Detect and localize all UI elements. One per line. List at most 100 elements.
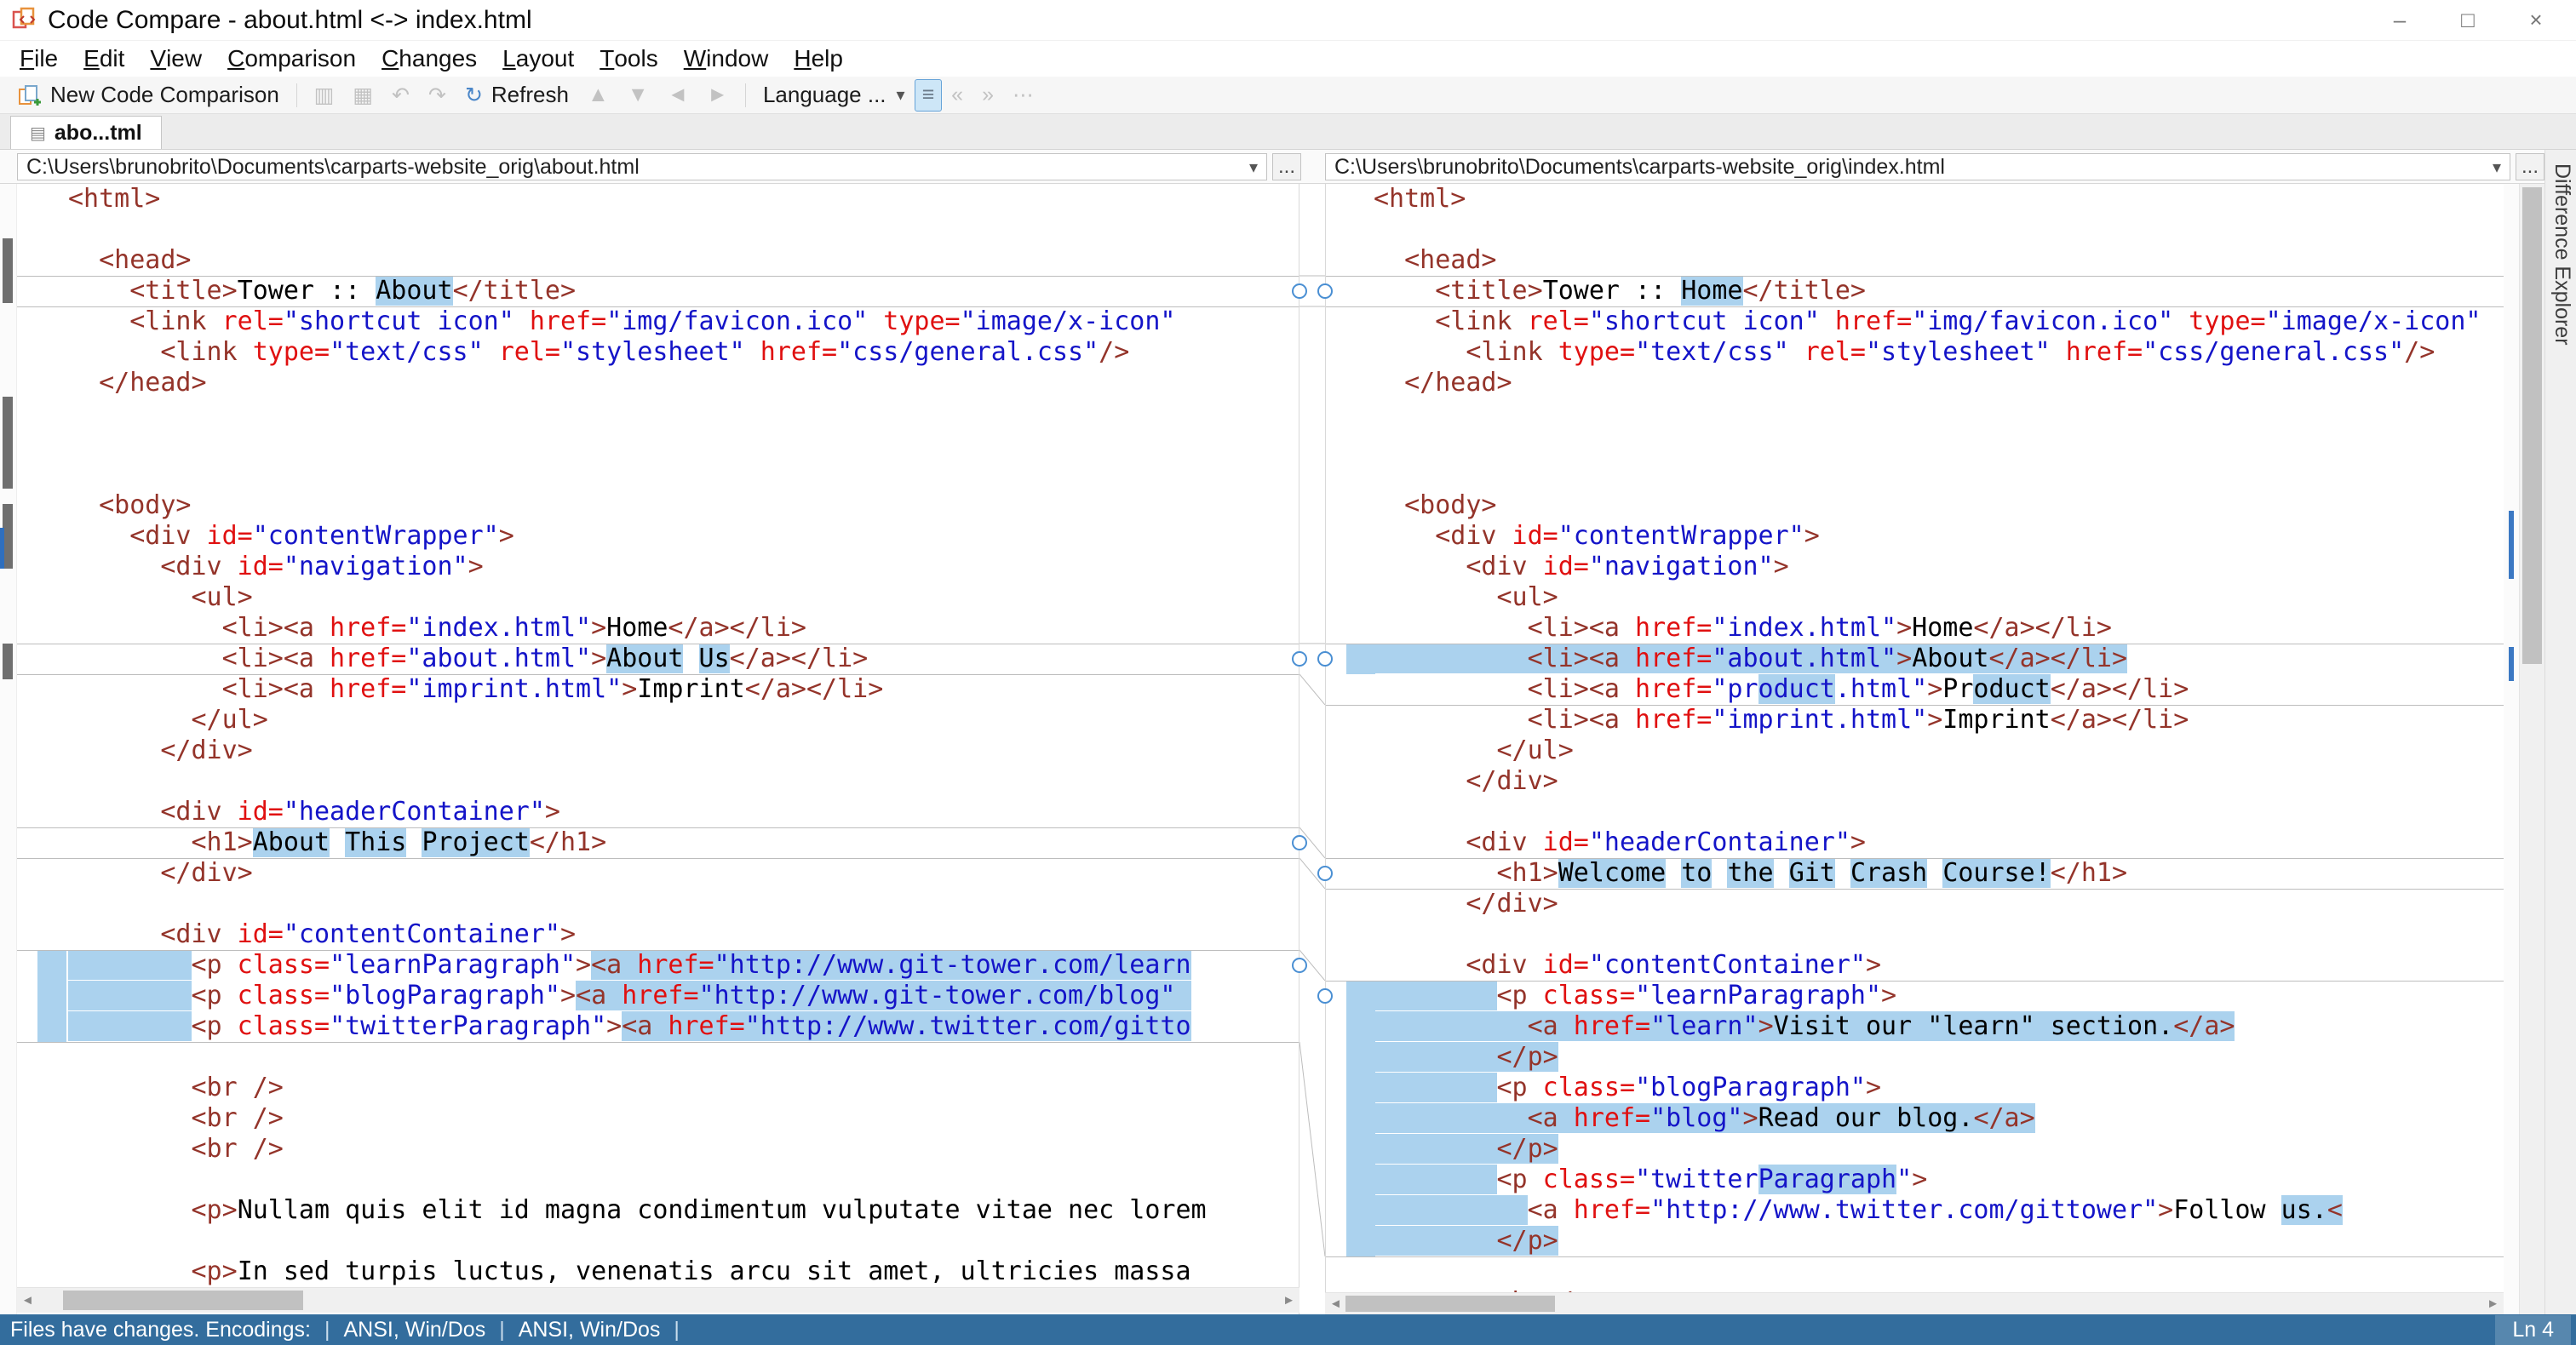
left-horizontal-scrollbar[interactable]: ◄ ► [17, 1287, 1299, 1313]
menu-item-help[interactable]: Help [781, 41, 856, 77]
code-line[interactable]: </head> [17, 368, 1299, 398]
merge-to-right-button[interactable] [1292, 283, 1307, 299]
tab-about-html[interactable]: ▤ abo...tml [10, 116, 162, 149]
vertical-scrollbar-thumb[interactable] [2522, 187, 2542, 664]
left-overview-gutter[interactable] [0, 184, 17, 1314]
merge-to-left-button[interactable] [1317, 651, 1333, 667]
structure-compare-toggle[interactable]: ≡ [914, 78, 943, 112]
new-code-comparison-button[interactable]: New Code Comparison [9, 79, 289, 112]
code-line[interactable]: <p class="blogParagraph"> [1326, 1073, 2504, 1103]
code-line[interactable]: <html> [1326, 184, 2504, 215]
code-line[interactable]: <br /> [17, 1073, 1299, 1103]
right-overview-gutter[interactable] [2504, 184, 2519, 1314]
code-line[interactable]: <link rel="shortcut icon" href="img/favi… [17, 306, 1299, 337]
code-line[interactable]: </div> [17, 735, 1299, 766]
menu-item-window[interactable]: Window [671, 41, 782, 77]
merge-to-left-button[interactable] [1317, 988, 1333, 1004]
menu-item-tools[interactable]: Tools [587, 41, 670, 77]
merge-to-left-button[interactable] [1317, 283, 1333, 299]
merge-to-right-button[interactable] [1292, 835, 1307, 850]
code-line[interactable] [1326, 429, 2504, 460]
code-line[interactable]: <div id="contentWrapper"> [1326, 521, 2504, 552]
code-line[interactable]: <a href="blog">Read our blog.</a> [1326, 1103, 2504, 1134]
code-line[interactable]: <li><a href="imprint.html">Imprint</a></… [1326, 705, 2504, 735]
code-line[interactable]: <p class="blogParagraph"><a href="http:/… [17, 981, 1299, 1011]
code-line[interactable] [17, 429, 1299, 460]
code-line[interactable]: </div> [17, 858, 1299, 889]
code-line[interactable] [17, 889, 1299, 919]
left-horizontal-scrollbar-thumb[interactable] [63, 1291, 303, 1310]
code-line[interactable]: <li><a href="product.html">Product</a></… [1326, 674, 2504, 705]
code-line[interactable]: <a href="http://www.twitter.com/gittower… [1326, 1195, 2504, 1226]
code-line[interactable]: </p> [1326, 1226, 2504, 1256]
code-line[interactable] [1326, 797, 2504, 827]
code-line[interactable] [17, 1042, 1299, 1073]
current-change-mark[interactable] [0, 528, 4, 569]
maximize-button[interactable]: □ [2453, 7, 2482, 33]
menu-item-layout[interactable]: Layout [490, 41, 587, 77]
difference-explorer-tab[interactable]: Difference Explorer [2544, 150, 2576, 1314]
code-line[interactable]: <link rel="shortcut icon" href="img/favi… [1326, 306, 2504, 337]
code-line[interactable]: <ul> [1326, 582, 2504, 613]
change-mark[interactable] [2509, 647, 2514, 681]
change-mark[interactable] [3, 644, 13, 679]
code-line[interactable]: <li><a href="index.html">Home</a></li> [1326, 613, 2504, 644]
code-line[interactable]: <head> [17, 245, 1299, 276]
code-line[interactable] [17, 460, 1299, 490]
code-line[interactable]: <p>In sed turpis luctus, venenatis arcu … [17, 1256, 1299, 1287]
change-mark[interactable] [3, 238, 13, 303]
code-line[interactable]: <p class="twitterParagraph"> [1326, 1165, 2504, 1195]
code-line[interactable]: <div id="navigation"> [1326, 552, 2504, 582]
code-line[interactable]: <link type="text/css" rel="stylesheet" h… [1326, 337, 2504, 368]
right-horizontal-scrollbar-thumb[interactable] [1345, 1296, 1555, 1312]
language-dropdown[interactable]: Language ... ▾ [754, 79, 915, 112]
code-line[interactable]: <p>Nullam quis elit id magna condimentum… [17, 1195, 1299, 1226]
menu-item-file[interactable]: File [7, 41, 71, 77]
code-line[interactable]: <br /> [17, 1103, 1299, 1134]
code-line[interactable] [1326, 919, 2504, 950]
left-browse-button[interactable]: ... [1272, 153, 1301, 180]
menu-item-comparison[interactable]: Comparison [215, 41, 369, 77]
code-line[interactable]: </p> [1326, 1042, 2504, 1073]
change-mark[interactable] [2509, 511, 2514, 579]
scroll-right-arrow-icon[interactable]: ► [2482, 1293, 2504, 1314]
left-file-path-combobox[interactable]: C:\Users\brunobrito\Documents\carparts-w… [17, 153, 1267, 180]
code-line[interactable]: </ul> [1326, 735, 2504, 766]
right-file-path-combobox[interactable]: C:\Users\brunobrito\Documents\carparts-w… [1325, 153, 2510, 180]
code-line[interactable]: <body> [1326, 490, 2504, 521]
code-line[interactable]: </div> [1326, 766, 2504, 797]
code-line[interactable]: <html> [17, 184, 1299, 215]
change-mark[interactable] [3, 397, 13, 489]
code-line[interactable] [17, 398, 1299, 429]
chevron-down-icon[interactable]: ▾ [1241, 157, 1258, 178]
right-horizontal-scrollbar[interactable]: ◄ ► [1325, 1292, 2504, 1314]
code-line[interactable]: <h1>About This Project</h1> [17, 827, 1299, 858]
minimize-button[interactable]: – [2385, 7, 2414, 33]
code-line[interactable] [1326, 215, 2504, 245]
code-line[interactable]: </p> [1326, 1134, 2504, 1165]
menu-item-view[interactable]: View [137, 41, 215, 77]
code-line[interactable]: <head> [1326, 245, 2504, 276]
code-line[interactable]: <h1>Welcome to the Git Crash Course!</h1… [1326, 858, 2504, 889]
close-button[interactable]: × [2521, 7, 2550, 33]
chevron-down-icon[interactable]: ▾ [2484, 157, 2501, 178]
code-line[interactable] [1326, 398, 2504, 429]
code-line[interactable] [17, 215, 1299, 245]
merge-to-right-button[interactable] [1292, 958, 1307, 973]
code-line[interactable]: <a href="learn">Visit our "learn" sectio… [1326, 1011, 2504, 1042]
code-line[interactable]: <li><a href="about.html">About</a></li> [1326, 644, 2504, 674]
merge-to-right-button[interactable] [1292, 651, 1307, 667]
code-line[interactable]: <div id="contentWrapper"> [17, 521, 1299, 552]
code-line[interactable]: </div> [1326, 889, 2504, 919]
scroll-left-arrow-icon[interactable]: ◄ [17, 1288, 38, 1313]
code-line[interactable]: <body> [17, 490, 1299, 521]
merge-to-left-button[interactable] [1317, 866, 1333, 881]
code-line[interactable]: <title>Tower :: Home</title> [1326, 276, 2504, 306]
code-line[interactable] [1326, 460, 2504, 490]
code-line[interactable]: <div id="headerContainer"> [1326, 827, 2504, 858]
code-line[interactable] [17, 1226, 1299, 1256]
code-line[interactable]: <p class="twitterParagraph"><a href="htt… [17, 1011, 1299, 1042]
code-line[interactable]: <br /> [17, 1134, 1299, 1165]
code-line[interactable]: <ul> [17, 582, 1299, 613]
code-line[interactable]: <div id="contentContainer"> [1326, 950, 2504, 981]
